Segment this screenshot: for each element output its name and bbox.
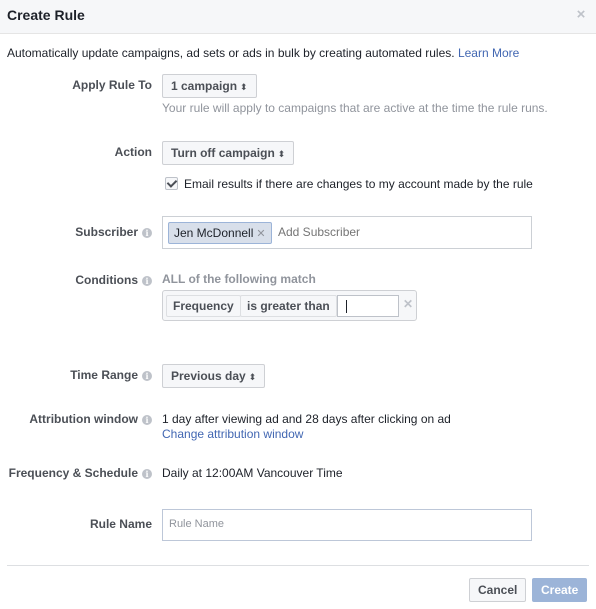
learn-more-link[interactable]: Learn More — [458, 46, 519, 60]
subscriber-token-name: Jen McDonnell — [174, 226, 254, 240]
schedule-label: Frequency & Schedule i — [9, 466, 152, 480]
close-icon[interactable]: × — [575, 7, 587, 22]
action-label: Action — [114, 145, 152, 159]
remove-condition-icon[interactable]: ✕ — [403, 297, 413, 311]
subscriber-label-text: Subscriber — [75, 225, 138, 239]
condition-operator[interactable]: is greater than — [240, 295, 337, 317]
schedule-value: Daily at 12:00AM Vancouver Time — [162, 466, 343, 480]
email-results-label: Email results if there are changes to my… — [184, 177, 533, 191]
action-selector[interactable]: Turn off campaign ⬍ — [162, 141, 295, 165]
apply-rule-to-hint: Your rule will apply to campaigns that a… — [162, 101, 548, 115]
subscriber-label: Subscriber i — [75, 225, 152, 239]
attribution-window-label-text: Attribution window — [29, 412, 138, 426]
subscriber-field[interactable]: Jen McDonnell ✕ — [162, 216, 532, 249]
dropdown-arrow-icon: ⬍ — [277, 149, 286, 159]
action-value: Turn off campaign — [171, 146, 275, 160]
attribution-window-value: 1 day after viewing ad and 28 days after… — [162, 412, 451, 426]
info-icon[interactable]: i — [142, 371, 152, 381]
dropdown-arrow-icon: ⬍ — [240, 82, 248, 92]
time-range-value: Previous day — [171, 369, 246, 383]
condition-row: Frequency is greater than ✕ — [162, 290, 417, 321]
dropdown-arrow-icon: ⬍ — [248, 372, 257, 382]
condition-metric[interactable]: Frequency — [166, 295, 241, 317]
conditions-match-text: ALL of the following match — [162, 272, 316, 286]
info-icon[interactable]: i — [142, 415, 152, 425]
footer-divider — [7, 565, 589, 566]
rule-name-label: Rule Name — [89, 517, 152, 531]
condition-value-input[interactable] — [337, 295, 399, 317]
email-results-option[interactable]: Email results if there are changes to my… — [165, 177, 533, 191]
cancel-button[interactable]: Cancel — [469, 578, 527, 602]
change-attribution-window-link[interactable]: Change attribution window — [162, 427, 303, 441]
apply-rule-to-label: Apply Rule To — [72, 78, 152, 92]
time-range-selector[interactable]: Previous day ⬍ — [162, 364, 266, 388]
subscriber-token: Jen McDonnell ✕ — [168, 222, 272, 244]
schedule-label-text: Frequency & Schedule — [8, 466, 138, 480]
text-caret — [346, 300, 347, 313]
rule-name-field[interactable] — [162, 509, 532, 541]
time-range-label-text: Time Range — [70, 368, 138, 382]
conditions-label: Conditions i — [75, 273, 152, 287]
dialog-title: Create Rule — [7, 7, 85, 23]
info-icon[interactable]: i — [142, 469, 152, 479]
info-icon[interactable]: i — [142, 276, 152, 286]
dialog-header: Create Rule × — [0, 0, 596, 34]
time-range-label: Time Range i — [70, 368, 152, 382]
attribution-window-label: Attribution window i — [29, 412, 152, 426]
add-subscriber-input[interactable] — [278, 225, 518, 239]
apply-rule-to-value: 1 campaign — [171, 79, 238, 93]
email-results-checkbox[interactable] — [165, 177, 178, 190]
apply-rule-to-selector[interactable]: 1 campaign ⬍ — [162, 74, 257, 98]
intro-description: Automatically update campaigns, ad sets … — [7, 46, 455, 60]
info-icon[interactable]: i — [142, 228, 152, 238]
rule-name-input[interactable] — [169, 518, 519, 530]
remove-subscriber-icon[interactable]: ✕ — [256, 228, 265, 240]
create-button[interactable]: Create — [532, 578, 588, 602]
conditions-label-text: Conditions — [75, 273, 138, 287]
intro-text: Automatically update campaigns, ad sets … — [7, 46, 519, 60]
